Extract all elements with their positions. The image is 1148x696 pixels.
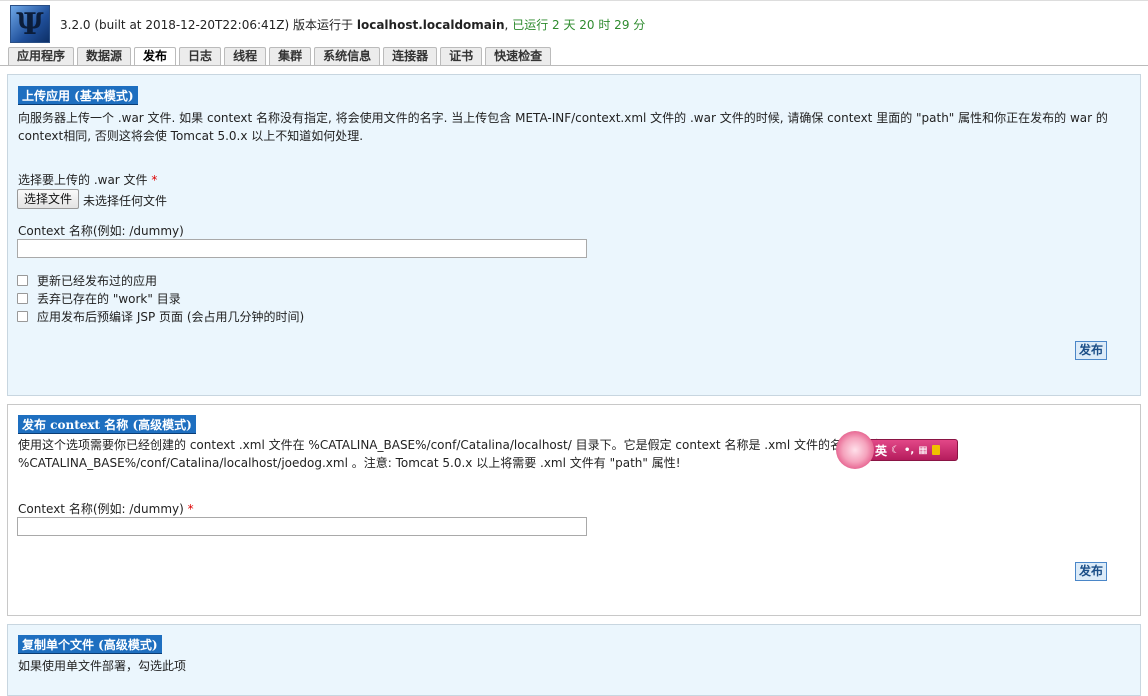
psi-logo-icon: Ψ [10,5,50,43]
ime-toolbar-body[interactable]: 英 ☾ •, ▦ [862,439,958,461]
no-file-chosen: 未选择任何文件 [83,194,168,208]
context-deploy-label-text: Context 名称(例如: /dummy) [18,502,184,516]
tab-quick-check[interactable]: 快速检查 [485,47,552,65]
tab-divider [0,65,1148,66]
choose-file-button[interactable]: 选择文件 [17,189,80,209]
upload-description-line1: 向服务器上传一个 .war 文件. 如果 context 名称没有指定, 将会使… [18,111,1108,125]
separator: , [504,18,509,32]
moon-icon[interactable]: ☾ [891,445,900,456]
ime-mode-label[interactable]: 英 [875,442,887,459]
tab-certificates[interactable]: 证书 [440,47,483,65]
update-existing-row[interactable]: 更新已经发布过的应用 [17,272,157,289]
context-deploy-panel: 发布 context 名称 (高级模式) 使用这个选项需要你已经创建的 cont… [7,404,1141,616]
precompile-jsp-row[interactable]: 应用发布后预编译 JSP 页面 (会占用几分钟的时间) [17,308,304,325]
lock-icon[interactable] [931,445,940,455]
rose-icon[interactable] [836,431,874,469]
update-existing-checkbox[interactable] [17,275,28,286]
tab-applications[interactable]: 应用程序 [8,47,75,65]
discard-work-checkbox[interactable] [17,293,28,304]
keyboard-icon[interactable]: ▦ [918,445,927,456]
context-deploy-button[interactable]: 发布 [1074,562,1107,581]
tab-threads[interactable]: 线程 [224,47,267,65]
tab-deploy[interactable]: 发布 [134,47,177,66]
version-text: 3.2.0 (built at 2018-12-20T22:06:41Z) [60,18,290,32]
nav-tabs: 应用程序 数据源 发布 日志 线程 集群 系统信息 连接器 证书 快速检查 [8,47,552,66]
upload-title: 上传应用 (基本模式) [18,86,138,105]
upload-description: 向服务器上传一个 .war 文件. 如果 context 名称没有指定, 将会使… [18,109,1108,145]
context-deploy-label: Context 名称(例如: /dummy) * [18,500,194,517]
uptime-text: 已运行 2 天 20 时 29 分 [512,18,646,32]
tab-connectors[interactable]: 连接器 [383,47,438,65]
copy-single-panel: 复制单个文件 (高级模式) 如果使用单文件部署，勾选此项 [7,624,1141,696]
update-existing-label: 更新已经发布过的应用 [37,274,158,288]
header-bar: Ψ 3.2.0 (built at 2018-12-20T22:06:41Z) … [0,0,1148,45]
tab-logs[interactable]: 日志 [179,47,222,65]
discard-work-label: 丢弃已存在的 "work" 目录 [37,292,181,306]
tab-system-info[interactable]: 系统信息 [314,47,381,65]
host-name: localhost.localdomain [356,18,505,32]
war-file-label: 选择要上传的 .war 文件 * [18,171,157,188]
required-mark: * [151,173,158,187]
version-line: 3.2.0 (built at 2018-12-20T22:06:41Z) 版本… [60,16,645,33]
precompile-jsp-label: 应用发布后预编译 JSP 页面 (会占用几分钟的时间) [37,310,305,324]
ime-toolbar[interactable]: 英 ☾ •, ▦ [836,431,960,469]
upload-description-line2: context相同, 否则这将会使 Tomcat 5.0.x 以上不知道如何处理… [18,129,364,143]
required-mark: * [187,502,194,516]
context-deploy-title: 发布 context 名称 (高级模式) [18,415,196,434]
precompile-jsp-checkbox[interactable] [17,311,28,322]
copy-single-description: 如果使用单文件部署，勾选此项 [18,659,187,673]
upload-deploy-button[interactable]: 发布 [1074,341,1107,360]
tab-cluster[interactable]: 集群 [269,47,312,65]
punctuation-icon[interactable]: •, [904,445,914,456]
discard-work-row[interactable]: 丢弃已存在的 "work" 目录 [17,290,181,307]
context-name-input[interactable] [17,239,587,258]
war-file-label-text: 选择要上传的 .war 文件 [18,173,148,187]
tab-datasources[interactable]: 数据源 [77,47,132,65]
context-name-label: Context 名称(例如: /dummy) [18,224,184,238]
upload-panel: 上传应用 (基本模式) 向服务器上传一个 .war 文件. 如果 context… [7,74,1141,396]
copy-single-title: 复制单个文件 (高级模式) [18,635,162,654]
running-on-label: 版本运行于 [293,18,354,32]
context-deploy-input[interactable] [17,517,587,536]
